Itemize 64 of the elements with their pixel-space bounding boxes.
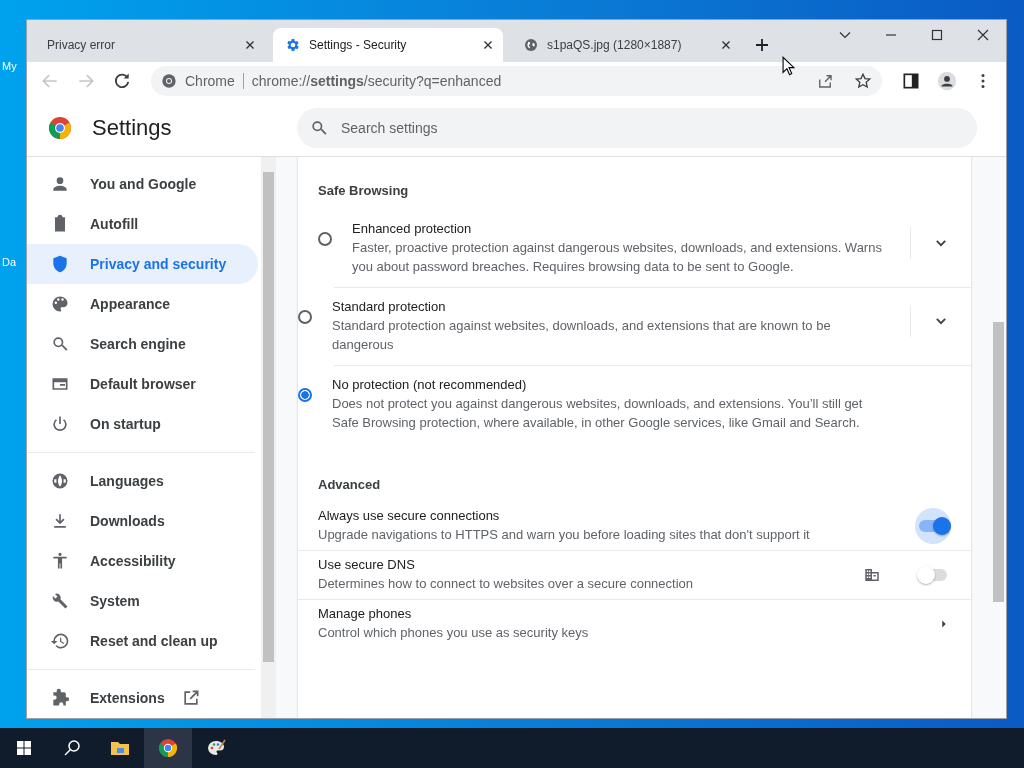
profile-avatar-icon[interactable] [937,71,957,91]
chrome-logo-icon[interactable] [144,728,192,768]
radio-button[interactable] [318,232,332,246]
power-icon [50,414,70,434]
sidebar-item[interactable]: Extensions [27,678,258,718]
setting-description: Determines how to connect to websites over a secure connection [318,575,695,593]
sidebar-item[interactable]: System [27,581,258,621]
puzzle-icon [50,688,70,708]
new-tab-icon[interactable] [755,38,769,52]
sidebar-item[interactable]: Search engine [27,324,258,364]
setting-title: Use secure DNS [318,557,416,572]
shield-icon [50,254,70,274]
site-label: Chrome [185,73,235,89]
maximize-icon[interactable] [930,28,944,42]
setting-title: Always use secure connections [318,508,501,523]
url-text: chrome://settings/security?q=enhanced [251,73,502,89]
sidebar-item[interactable]: You and Google [27,164,258,204]
sidebar-item[interactable]: Appearance [27,284,258,324]
accessibility-icon [50,551,70,571]
star-icon[interactable] [854,72,872,90]
option-description: Does not protect you against dangerous websites, downloads, and extensions. You’ll still get Safe Browsing protection, where available, in other Google services, like Gmail and Search. [332,395,864,432]
close-icon[interactable] [976,28,990,42]
setting-description: Control which phones you use as security keys [318,624,590,642]
mouse-cursor-icon [782,56,795,76]
address-bar[interactable]: Chrome chrome://settings/security?q=enhanced [151,66,882,96]
option-description: Standard protection against websites, downloads, and extensions that are known to be dangerous [332,317,832,354]
search-field[interactable]: Search settings [297,108,977,148]
reload-icon[interactable] [112,71,132,91]
chrome-logo-icon [48,116,72,140]
sidebar-item[interactable]: Reset and clean up [27,621,258,661]
sidebar-item[interactable]: Privacy and security [27,244,258,284]
section-heading: Safe Browsing [317,182,410,200]
option-description: Faster, proactive protection against dangerous websites, downloads, and extensions. Warns you about password breaches. Requires browsing data to be sent to Google. [352,239,883,276]
radio-button[interactable] [298,388,312,402]
chrome-logo-icon [161,73,177,89]
side-panel-icon[interactable] [901,71,921,91]
browser-tab[interactable]: Settings - Security [273,28,503,62]
option-title: Standard protection [332,299,447,314]
sidebar-item[interactable]: Default browser [27,364,258,404]
palette-icon [50,294,70,314]
toggle-switch[interactable] [919,569,947,581]
share-icon[interactable] [816,72,834,90]
option-title: Enhanced protection [352,221,473,236]
radio-button[interactable] [298,310,312,324]
sidebar-item[interactable]: Downloads [27,501,258,541]
section-heading: Advanced [317,476,382,494]
close-icon[interactable] [721,40,731,50]
option-title: No protection (not recommended) [332,377,528,392]
person-icon [50,174,70,194]
sidebar-item[interactable]: On startup [27,404,258,444]
browser-tab[interactable]: Privacy error [35,28,265,62]
close-icon[interactable] [483,40,493,50]
setting-title: Manage phones [318,606,413,621]
close-icon[interactable] [245,40,255,50]
wrench-icon [50,591,70,611]
browser-tab[interactable]: s1paQS.jpg (1280×1887) [511,28,741,62]
history-icon [50,631,70,651]
settings-title: Settings [92,115,173,141]
sidebar-item[interactable]: Autofill [27,204,258,244]
setting-description: Upgrade navigations to HTTPS and warn you before loading sites that don't support it [318,526,811,544]
sidebar-item[interactable]: Languages [27,461,258,501]
gear-icon [285,37,301,53]
scrollbar[interactable] [261,157,276,718]
sidebar-item[interactable]: Accessibility [27,541,258,581]
